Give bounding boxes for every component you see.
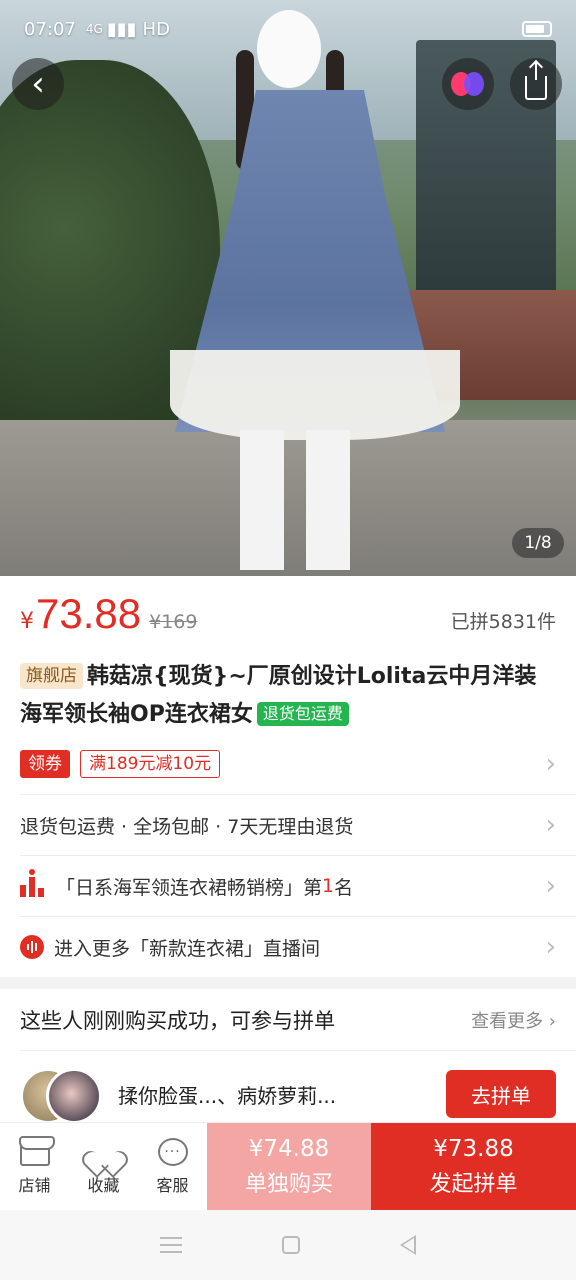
rank-icon	[20, 869, 44, 897]
view-more-link[interactable]: 查看更多 ›	[471, 1007, 556, 1033]
start-group-button[interactable]: ¥73.88 发起拼单	[371, 1123, 576, 1210]
services-text: 退货包运费 · 全场包邮 · 7天无理由退货	[20, 815, 354, 838]
brand-heart-icon	[451, 72, 485, 96]
heart-icon	[89, 1138, 119, 1166]
avatar	[46, 1068, 102, 1124]
services-row[interactable]: 退货包运费 · 全场包邮 · 7天无理由退货 ›	[20, 795, 556, 855]
buy-alone-label: 单独购买	[244, 1171, 333, 1197]
service-label: 客服	[156, 1175, 189, 1195]
signal-icon: ▮▮▮	[106, 18, 137, 40]
photo-legs	[240, 430, 350, 570]
live-text: 进入更多「新款连衣裙」直播间	[54, 937, 321, 960]
shop-button[interactable]: 店铺	[0, 1123, 69, 1210]
section-gap	[0, 977, 576, 989]
chevron-right-icon: ›	[545, 810, 556, 840]
customer-service-button[interactable]: ··· 客服	[138, 1123, 207, 1210]
product-image-gallery[interactable]: 07:07 4G ▮▮▮ HD ‹ 1/8	[0, 0, 576, 576]
live-icon	[20, 935, 44, 959]
coupon-row[interactable]: 领券 满189元减10元 ›	[20, 744, 556, 784]
status-time: 07:07	[24, 18, 76, 40]
divider	[20, 1050, 576, 1051]
share-icon	[525, 62, 547, 100]
favorite-button[interactable]: 收藏	[69, 1123, 138, 1210]
system-back-icon[interactable]	[400, 1235, 416, 1255]
group-row: 揉你脸蛋...、病娇萝莉... 去拼单	[20, 1064, 556, 1124]
chevron-right-icon: ›	[545, 932, 556, 962]
image-pager: 1/8	[512, 528, 564, 558]
hd-label: HD	[142, 18, 170, 40]
recent-apps-icon[interactable]	[160, 1237, 182, 1253]
photo-dress-frill	[170, 350, 460, 440]
home-icon[interactable]	[282, 1236, 300, 1254]
battery-icon	[522, 21, 552, 37]
group-section-title: 这些人刚刚购买成功，可参与拼单	[20, 1009, 335, 1033]
ranking-suffix: 名	[334, 876, 354, 899]
back-button[interactable]: ‹	[12, 58, 64, 110]
status-bar: 07:07 4G ▮▮▮ HD	[24, 14, 552, 44]
ranking-number: 1	[322, 875, 335, 897]
return-tag: 退货包运费	[256, 702, 349, 726]
avatar-group	[20, 1064, 106, 1124]
share-button[interactable]	[510, 58, 562, 110]
group-member-names: 揉你脸蛋...、病娇萝莉...	[118, 1083, 337, 1108]
shop-label: 店铺	[18, 1175, 51, 1195]
brand-button[interactable]	[442, 58, 494, 110]
group-buy-price: ¥73.88	[433, 1135, 514, 1162]
coupon-deal: 满189元减10元	[80, 750, 221, 778]
buy-alone-price: ¥74.88	[248, 1135, 330, 1162]
group-section-header: 这些人刚刚购买成功，可参与拼单 查看更多 ›	[20, 992, 556, 1048]
back-icon: ‹	[31, 64, 45, 104]
ranking-prefix: 「日系海军领连衣裙畅销榜」第	[56, 876, 323, 899]
price-row: ¥ 73.88 ¥169 已拼5831件	[20, 590, 556, 646]
price-currency: ¥	[20, 609, 34, 634]
buy-alone-button[interactable]: ¥74.88 单独购买	[207, 1123, 371, 1210]
join-group-button[interactable]: 去拼单	[446, 1070, 556, 1118]
store-tag: 旗舰店	[20, 663, 83, 689]
signal-label: 4G	[85, 22, 103, 36]
shop-icon	[18, 1135, 55, 1166]
view-more-label: 查看更多	[471, 1011, 544, 1032]
coupon-label: 领券	[20, 750, 70, 778]
group-buy-label: 发起拼单	[429, 1171, 518, 1197]
system-nav-bar	[0, 1210, 576, 1280]
original-price: ¥169	[149, 611, 198, 633]
chevron-right-icon: ›	[545, 871, 556, 901]
sold-count: 已拼5831件	[450, 611, 556, 633]
product-title: 旗舰店 韩菇凉{现货}~厂原创设计Lolita云中月洋装海军领长袖OP连衣裙女 退货…	[20, 658, 556, 734]
chat-icon: ···	[157, 1137, 188, 1166]
current-price: 73.88	[36, 590, 142, 637]
ranking-row[interactable]: 「日系海军领连衣裙畅销榜」第 1 名 ›	[20, 856, 556, 916]
bottom-action-bar: 店铺 收藏 ··· 客服 ¥74.88 单独购买 ¥73.88 发起拼单	[0, 1122, 576, 1210]
live-row[interactable]: 进入更多「新款连衣裙」直播间 ›	[20, 917, 556, 977]
chevron-right-icon: ›	[545, 749, 556, 779]
